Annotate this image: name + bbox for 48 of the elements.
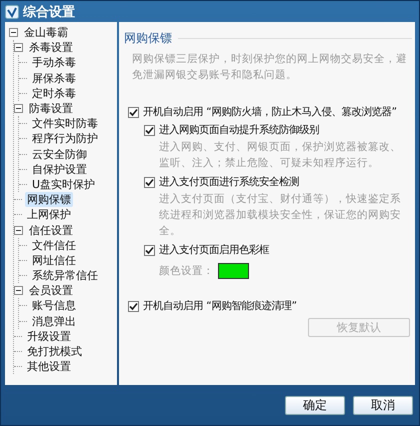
tree-item[interactable]: 信任设置 [27,222,75,238]
tree-item[interactable]: 会员设置 [27,283,75,298]
option-description: 进入网购、支付、网银页面，保护浏览器被篡改、监听、注入；禁止危险、可疑未知程序运行。 [159,140,402,171]
tree-item[interactable]: 自保护设置 [30,162,89,177]
collapse-icon[interactable] [14,104,23,114]
option-label: 进入支付页面启用色彩框 [159,243,269,257]
option-description: 进入支付页面（支付宝、财付通等），快速鉴定系统进程和浏览器加载模块安全性，保证您的网购安全。 [159,192,402,239]
option-label: 进入网购页面自动提升系统防御级别 [159,123,319,137]
app-icon [5,4,19,18]
checkbox[interactable] [128,106,139,118]
window-title: 综合设置 [23,4,75,20]
checkbox[interactable] [128,300,139,312]
tree-item[interactable]: 定时杀毒 [30,86,78,101]
section-title: 网购保镖 [124,30,172,47]
tree-item[interactable]: U盘实时保护 [30,176,98,192]
collapse-icon[interactable] [9,28,18,38]
checkbox[interactable] [144,124,155,136]
ok-button[interactable]: 确定 [285,396,345,414]
checkbox[interactable] [144,244,155,256]
color-setting-label: 颜色设置： [159,264,214,278]
tree-item[interactable]: 屏保杀毒 [30,70,78,86]
tree-item[interactable]: 网址信任 [30,252,78,268]
section-description: 网购保镖三层保护，时刻保护您的网上网物交易安全，避免泄漏网银交易账号和隐私问题。 [132,52,408,83]
tree-item[interactable]: 升级设置 [25,328,73,344]
tree-item[interactable]: 账号信息 [30,298,78,314]
tree-item[interactable]: 上网保护 [25,207,73,222]
tree-item[interactable]: 网购保镖 [25,192,73,208]
collapse-icon[interactable] [14,43,23,52]
tree-item[interactable]: 文件信任 [30,238,78,253]
option-label: 开机自动启用 “网购智能痕迹清理” [143,299,298,313]
tree-item[interactable]: 防毒设置 [27,101,75,116]
tree-item[interactable]: 消息弹出 [30,314,78,329]
tree-item[interactable]: 其他设置 [25,359,73,374]
checkbox[interactable] [144,176,155,188]
tree-item[interactable]: 系统异常信任 [30,268,100,284]
cancel-button[interactable]: 取消 [353,396,413,414]
collapse-icon[interactable] [14,226,23,235]
tree-item[interactable]: 杀毒设置 [27,40,75,56]
tree-item[interactable]: 金山毒霸 [22,25,70,40]
collapse-icon[interactable] [14,286,23,296]
tree-item[interactable]: 文件实时防毒 [30,116,100,132]
option-label: 进入支付页面进行系统安全检测 [159,175,299,189]
tree-item[interactable]: 手动杀毒 [30,55,78,70]
color-swatch[interactable] [218,263,249,279]
tree-item[interactable]: 程序行为防护 [30,131,100,146]
tree-item[interactable]: 免打扰模式 [25,344,84,360]
tree-item[interactable]: 云安全防御 [30,146,89,162]
option-label: 开机自动启用 “网购防火墙，防止木马入侵、篡改浏览器” [143,105,398,119]
